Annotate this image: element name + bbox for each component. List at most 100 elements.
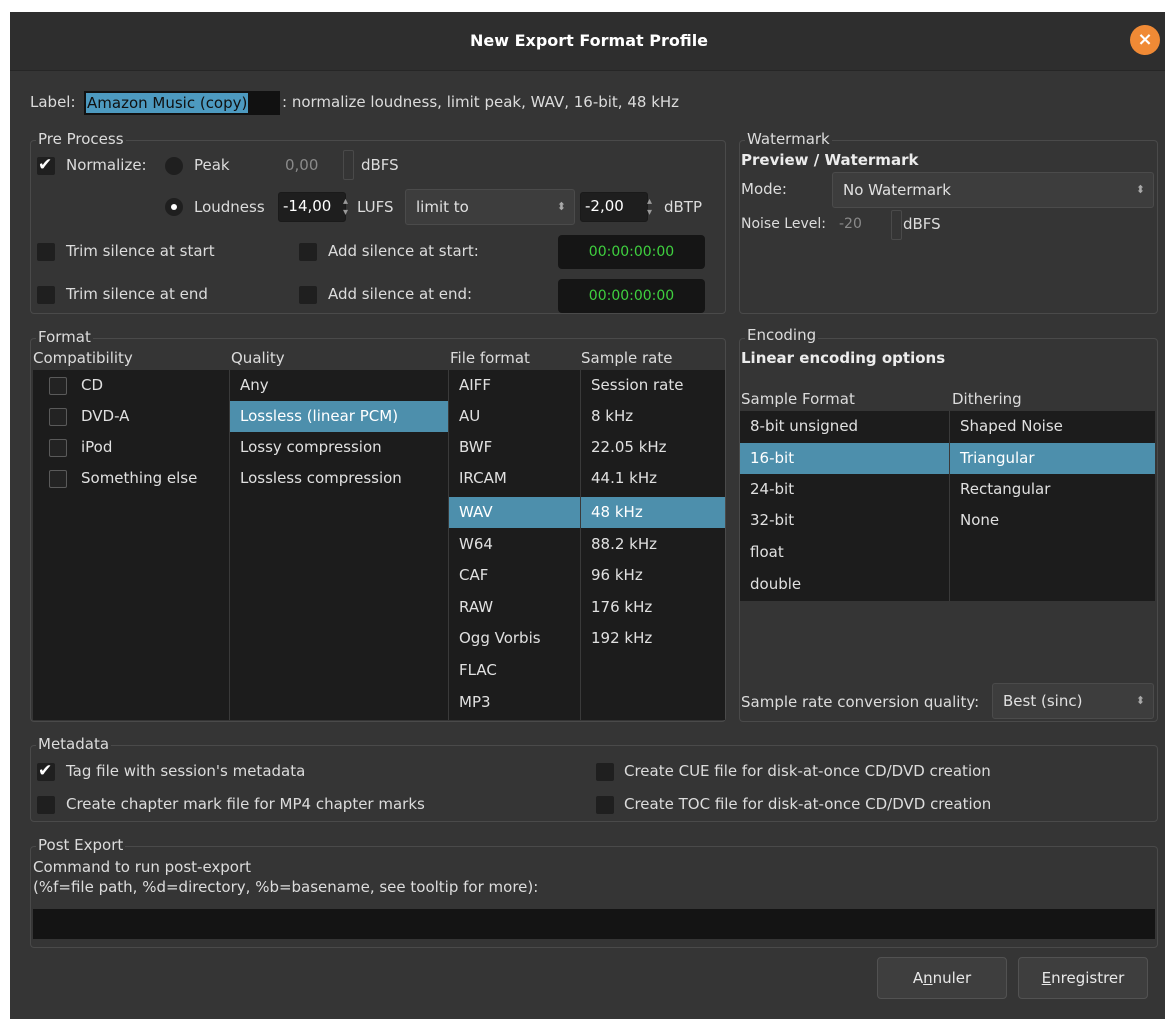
list-item[interactable]: float <box>740 537 949 568</box>
loudness-spinner-icon[interactable]: ▴ ▾ <box>343 196 348 218</box>
list-item[interactable]: 32-bit <box>740 505 949 536</box>
compat-checkbox[interactable] <box>49 439 67 457</box>
cue-file-checkbox[interactable] <box>596 763 614 781</box>
limit-value-spinner-icon[interactable]: ▴ ▾ <box>647 196 652 218</box>
tag-metadata-label: Tag file with session's metadata <box>66 762 306 780</box>
watermark-mode-label: Mode: <box>741 180 787 198</box>
peak-value[interactable]: 0,00 <box>285 155 318 175</box>
list-item[interactable]: iPod <box>33 432 229 463</box>
list-item[interactable]: 22.05 kHz <box>581 432 725 463</box>
list-item[interactable]: MP3 <box>449 687 580 718</box>
noise-level-spinner[interactable] <box>891 210 902 240</box>
list-item-selected[interactable]: Lossless (linear PCM) <box>230 401 448 432</box>
src-quality-combo[interactable]: Best (sinc) ⬍ <box>992 683 1154 719</box>
label-description: : normalize loudness, limit peak, WAV, 1… <box>282 93 680 111</box>
loudness-radio[interactable] <box>165 198 183 216</box>
post-export-legend: Post Export <box>36 836 126 854</box>
list-item[interactable]: AU <box>449 401 580 432</box>
add-start-time[interactable]: 00:00:00:00 <box>558 235 705 269</box>
list-item[interactable]: Ogg Vorbis <box>449 623 580 654</box>
trim-end-checkbox[interactable] <box>37 286 55 304</box>
list-item[interactable]: None <box>950 505 1155 536</box>
list-item[interactable]: RAW <box>449 592 580 623</box>
limit-value-input[interactable]: -2,00 <box>580 192 648 222</box>
list-item[interactable]: Lossy compression <box>230 432 448 463</box>
watermark-legend: Watermark <box>745 130 832 148</box>
list-item[interactable]: 88.2 kHz <box>581 529 725 560</box>
file-format-header: File format <box>450 349 530 367</box>
combo-arrows-icon: ⬍ <box>1135 183 1145 196</box>
list-item[interactable]: CAF <box>449 560 580 591</box>
peak-label: Peak <box>194 156 230 174</box>
post-export-command-input[interactable] <box>33 909 1155 939</box>
post-export-description-2: (%f=file path, %d=directory, %b=basename… <box>33 878 539 896</box>
close-icon[interactable]: × <box>1130 25 1160 55</box>
list-item[interactable]: 44.1 kHz <box>581 463 725 494</box>
encoding-lists: 8-bit unsigned 16-bit 24-bit 32-bit floa… <box>740 411 1155 601</box>
list-item[interactable]: 96 kHz <box>581 560 725 591</box>
list-item[interactable]: 8-bit unsigned <box>740 411 949 442</box>
normalize-checkbox[interactable] <box>37 155 55 175</box>
compat-checkbox[interactable] <box>49 408 67 426</box>
list-item[interactable]: Session rate <box>581 370 725 401</box>
peak-radio[interactable] <box>165 157 183 175</box>
add-end-checkbox[interactable] <box>299 286 317 304</box>
list-item[interactable]: Shaped Noise <box>950 411 1155 442</box>
list-item[interactable]: 8 kHz <box>581 401 725 432</box>
compat-checkbox[interactable] <box>49 470 67 488</box>
save-button[interactable]: Enregistrer <box>1018 957 1148 999</box>
encoding-heading: Linear encoding options <box>741 349 946 367</box>
list-item[interactable]: Rectangular <box>950 474 1155 505</box>
list-item-selected[interactable]: 16-bit <box>740 443 949 474</box>
add-end-label: Add silence at end: <box>328 285 473 303</box>
limit-combo[interactable]: limit to ⬍ <box>405 189 575 225</box>
limit-value-unit: dBTP <box>664 198 703 216</box>
src-quality-label: Sample rate conversion quality: <box>741 693 980 711</box>
list-item[interactable]: 192 kHz <box>581 623 725 654</box>
list-item[interactable]: 24-bit <box>740 474 949 505</box>
cancel-button[interactable]: Annuler <box>877 957 1007 999</box>
trim-start-label: Trim silence at start <box>66 242 215 260</box>
list-item[interactable]: double <box>740 569 949 600</box>
list-item[interactable]: DVD-A <box>33 401 229 432</box>
list-item[interactable]: 176 kHz <box>581 592 725 623</box>
normalize-label: Normalize: <box>66 156 147 174</box>
list-item[interactable]: FLAC <box>449 655 580 686</box>
loudness-unit: LUFS <box>357 198 394 216</box>
peak-unit: dBFS <box>361 156 399 174</box>
label-input[interactable]: Amazon Music (copy) <box>84 91 280 115</box>
sample-format-list: 8-bit unsigned 16-bit 24-bit 32-bit floa… <box>740 411 950 601</box>
tag-metadata-checkbox[interactable] <box>37 761 55 781</box>
file-format-list: AIFF AU BWF IRCAM WAV W64 CAF RAW Ogg Vo… <box>449 370 581 720</box>
loudness-input[interactable]: -14,00 <box>278 192 346 222</box>
list-item[interactable]: BWF <box>449 432 580 463</box>
loudness-label: Loudness <box>194 198 265 216</box>
list-item[interactable]: IRCAM <box>449 463 580 494</box>
list-item-selected[interactable]: Triangular <box>950 443 1155 474</box>
list-item-selected[interactable]: 48 kHz <box>581 497 725 528</box>
trim-start-checkbox[interactable] <box>37 243 55 261</box>
sample-format-header: Sample Format <box>741 390 855 408</box>
add-start-checkbox[interactable] <box>299 243 317 261</box>
list-item[interactable]: Lossless compression <box>230 463 448 494</box>
list-item[interactable]: AIFF <box>449 370 580 401</box>
watermark-mode-combo[interactable]: No Watermark ⬍ <box>832 172 1154 208</box>
label-input-value: Amazon Music (copy) <box>86 93 249 113</box>
list-item[interactable]: W64 <box>449 529 580 560</box>
sample-rate-list: Session rate 8 kHz 22.05 kHz 44.1 kHz 48… <box>581 370 725 720</box>
list-item[interactable]: Something else <box>33 463 229 494</box>
list-item[interactable]: CD <box>33 370 229 401</box>
compat-checkbox[interactable] <box>49 377 67 395</box>
add-end-time[interactable]: 00:00:00:00 <box>558 279 705 313</box>
watermark-heading: Preview / Watermark <box>741 151 919 169</box>
peak-spinner[interactable] <box>343 150 354 180</box>
post-export-description-1: Command to run post-export <box>33 858 252 876</box>
noise-level-label: Noise Level: <box>741 216 826 232</box>
chapter-mark-checkbox[interactable] <box>37 796 55 814</box>
list-item-selected[interactable]: WAV <box>449 497 580 528</box>
list-item[interactable]: Any <box>230 370 448 401</box>
encoding-legend: Encoding <box>745 326 819 344</box>
dialog-title: New Export Format Profile <box>469 31 709 50</box>
toc-file-checkbox[interactable] <box>596 796 614 814</box>
noise-level-value[interactable]: -20 <box>839 214 862 234</box>
